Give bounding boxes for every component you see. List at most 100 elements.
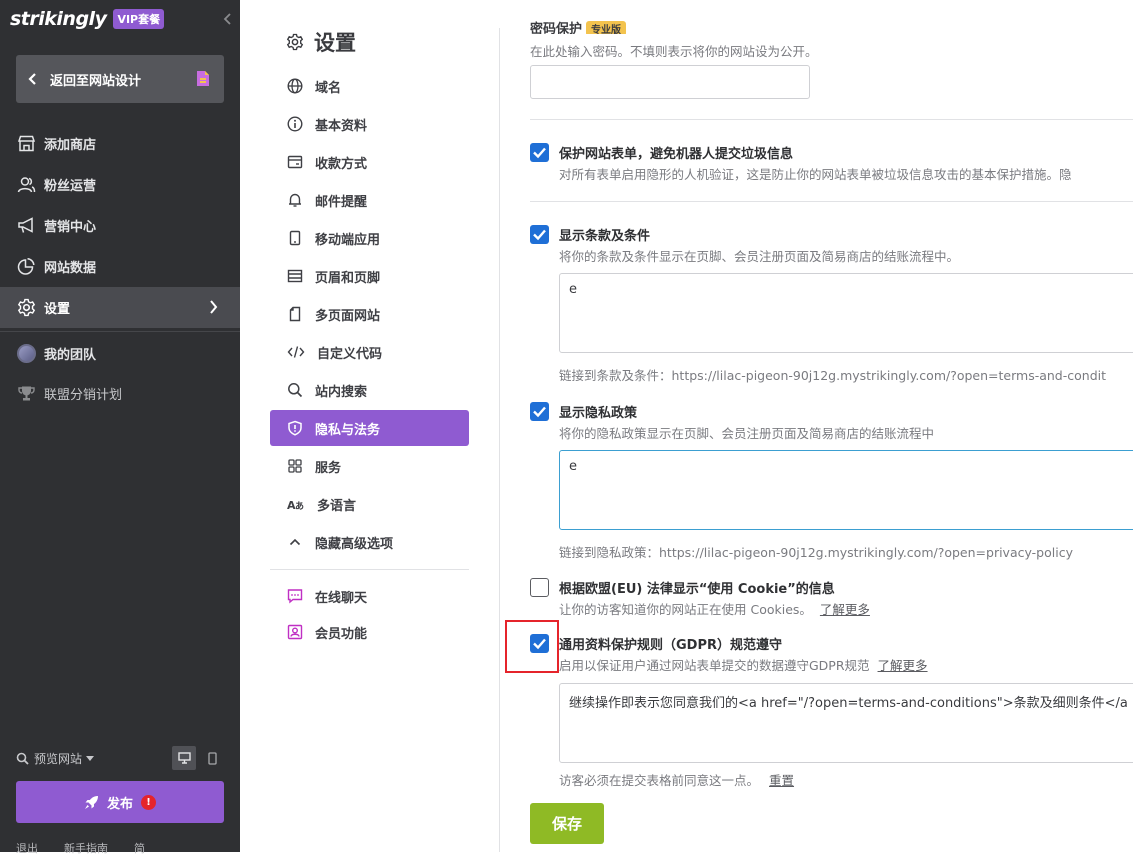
publish-label: 发布 <box>106 796 133 812</box>
subnav-item-label: 收款方式 <box>315 156 368 172</box>
cookie-notice-checkbox[interactable] <box>530 578 549 597</box>
subnav-item-header-footer[interactable]: 页眉和页脚 <box>270 257 469 295</box>
globe-icon <box>287 78 303 94</box>
terms-link-text: 链接到条款及条件：https://lilac-pigeon-90j12g.mys… <box>559 368 1107 383</box>
page-title: 设置 <box>286 27 356 57</box>
subnav-divider <box>270 569 469 570</box>
subnav-item-site-search[interactable]: 站内搜索 <box>270 371 469 409</box>
chevron-right-icon <box>210 300 218 314</box>
pages-icon <box>289 306 301 322</box>
save-button[interactable]: 保存 <box>530 803 604 844</box>
search-icon <box>16 752 29 765</box>
subnav-item-label: 邮件提醒 <box>315 194 368 210</box>
chevron-up-icon <box>289 538 301 546</box>
privacy-policy-textarea[interactable]: e <box>559 450 1133 530</box>
terms-textarea[interactable]: e <box>559 273 1133 353</box>
back-label: 返回至网站设计 <box>50 73 142 89</box>
back-to-site-design-button[interactable]: 返回至网站设计 <box>16 55 224 103</box>
publish-button[interactable]: 发布 ! <box>16 781 224 823</box>
sidebar-item-label: 设置 <box>44 302 71 317</box>
gdpr-note: 访客必须在提交表格前同意这一点。 <box>559 773 760 788</box>
terms-title: 显示条款及条件 <box>559 229 651 244</box>
subnav-item-label: 会员功能 <box>315 626 368 642</box>
sidebar-item-settings[interactable]: 设置 <box>0 287 240 328</box>
language-icon: Aあ <box>287 499 304 512</box>
store-icon <box>17 135 36 152</box>
subnav-item-multipage[interactable]: 多页面网站 <box>270 295 469 333</box>
cookie-learn-more-link[interactable]: 了解更多 <box>820 602 870 617</box>
gdpr-learn-more-link[interactable]: 了解更多 <box>878 658 928 673</box>
rocket-icon <box>84 795 98 809</box>
trophy-icon <box>18 386 35 400</box>
collapse-sidebar-button[interactable] <box>222 11 234 27</box>
page-icon <box>197 71 209 86</box>
preview-bar: 预览网站 <box>16 746 224 770</box>
spam-protection-checkbox[interactable] <box>530 143 549 162</box>
gear-icon <box>17 298 36 317</box>
code-icon <box>287 346 305 358</box>
subnav-item-basic-info[interactable]: 基本资料 <box>270 105 469 143</box>
subnav-item-label: 基本资料 <box>315 118 368 134</box>
sidebar-item-affiliate[interactable]: 联盟分销计划 <box>0 371 240 415</box>
chat-icon <box>287 589 303 604</box>
password-input[interactable] <box>530 65 810 99</box>
chevron-left-icon <box>28 73 36 85</box>
spam-protection-title: 保护网站表单，避免机器人提交垃圾信息 <box>559 147 794 162</box>
checkmark-icon <box>533 406 546 418</box>
preview-site-link[interactable]: 预览网站 <box>34 750 82 767</box>
checkmark-icon <box>533 229 546 241</box>
sidebar-item-label: 联盟分销计划 <box>44 387 123 403</box>
privacy-policy-checkbox[interactable] <box>530 402 549 421</box>
desktop-icon <box>177 752 191 764</box>
gdpr-reset-link[interactable]: 重置 <box>769 773 794 788</box>
subnav-item-custom-code[interactable]: 自定义代码 <box>270 333 469 371</box>
subnav-item-domain[interactable]: 域名 <box>270 67 469 105</box>
highlight-outline <box>505 620 559 673</box>
password-label-text: 密码保护 <box>530 22 583 34</box>
terms-hint: 将你的条款及条件显示在页脚、会员注册页面及简易商店的结账流程中。 <box>559 249 960 264</box>
subnav-item-payment[interactable]: 收款方式 <box>270 143 469 181</box>
search-icon <box>288 383 303 398</box>
subnav-item-multilingual[interactable]: Aあ 多语言 <box>270 485 469 523</box>
subnav-item-label: 服务 <box>315 460 342 476</box>
cookie-notice-hint: 让你的访客知道你的网站正在使用 Cookies。 <box>559 602 812 617</box>
grid-icon <box>288 459 302 473</box>
subnav-item-membership[interactable]: 会员功能 <box>270 614 469 650</box>
terms-checkbox[interactable] <box>530 225 549 244</box>
gear-icon <box>286 33 304 51</box>
section-divider <box>530 119 1133 120</box>
sidebar-item-analytics[interactable]: 网站数据 <box>0 246 240 287</box>
checkmark-icon <box>533 147 546 159</box>
subnav-item-services[interactable]: 服务 <box>270 447 469 485</box>
subnav-item-live-chat[interactable]: 在线聊天 <box>270 578 469 614</box>
sidebar-item-team[interactable]: 我的团队 <box>0 335 240 371</box>
content-divider <box>499 28 500 852</box>
chevron-left-icon <box>223 13 231 25</box>
desktop-view-button[interactable] <box>172 746 196 770</box>
sidebar-item-label: 添加商店 <box>44 138 97 153</box>
subnav-item-mobile-app[interactable]: 移动端应用 <box>270 219 469 257</box>
brand[interactable]: strikingly VIP套餐 <box>10 7 165 31</box>
mobile-view-button[interactable] <box>200 746 224 770</box>
subnav-item-label: 隐私与法务 <box>315 422 381 438</box>
subnav-item-email-alerts[interactable]: 邮件提醒 <box>270 181 469 219</box>
privacy-link-text: 链接到隐私政策：https://lilac-pigeon-90j12g.myst… <box>559 545 1073 560</box>
subnav-item-label: 在线聊天 <box>315 590 368 606</box>
gdpr-title: 通用资料保护规则（GDPR）规范遵守 <box>559 638 782 653</box>
password-label: 密码保护 专业版 <box>530 18 627 34</box>
megaphone-icon <box>18 217 33 233</box>
sidebar-item-store[interactable]: 添加商店 <box>0 123 240 164</box>
publish-warning-badge: ! <box>141 794 156 810</box>
sidebar-item-fans[interactable]: 粉丝运营 <box>0 164 240 205</box>
main-sidebar: strikingly VIP套餐 返回至网站设计 添加商店 粉丝运营 营销中心 … <box>0 0 240 854</box>
subnav-item-privacy-legal[interactable]: 隐私与法务 <box>270 410 469 446</box>
password-hint: 在此处输入密码。不填则表示将你的网站设为公开。 <box>530 44 818 59</box>
subnav-item-label: 多语言 <box>317 498 357 514</box>
sidebar-nav: 添加商店 粉丝运营 营销中心 网站数据 设置 我的团队 联盟分销计划 <box>0 123 240 415</box>
sidebar-item-marketing[interactable]: 营销中心 <box>0 205 240 246</box>
gdpr-consent-textarea[interactable]: 继续操作即表示您同意我们的<a href="/?open=terms-and-c… <box>559 683 1133 763</box>
subnav-item-hide-advanced[interactable]: 隐藏高级选项 <box>270 523 469 561</box>
payment-icon <box>287 155 303 169</box>
mobile-icon <box>289 230 301 246</box>
gdpr-note-row: 访客必须在提交表格前同意这一点。 重置 <box>559 770 794 789</box>
